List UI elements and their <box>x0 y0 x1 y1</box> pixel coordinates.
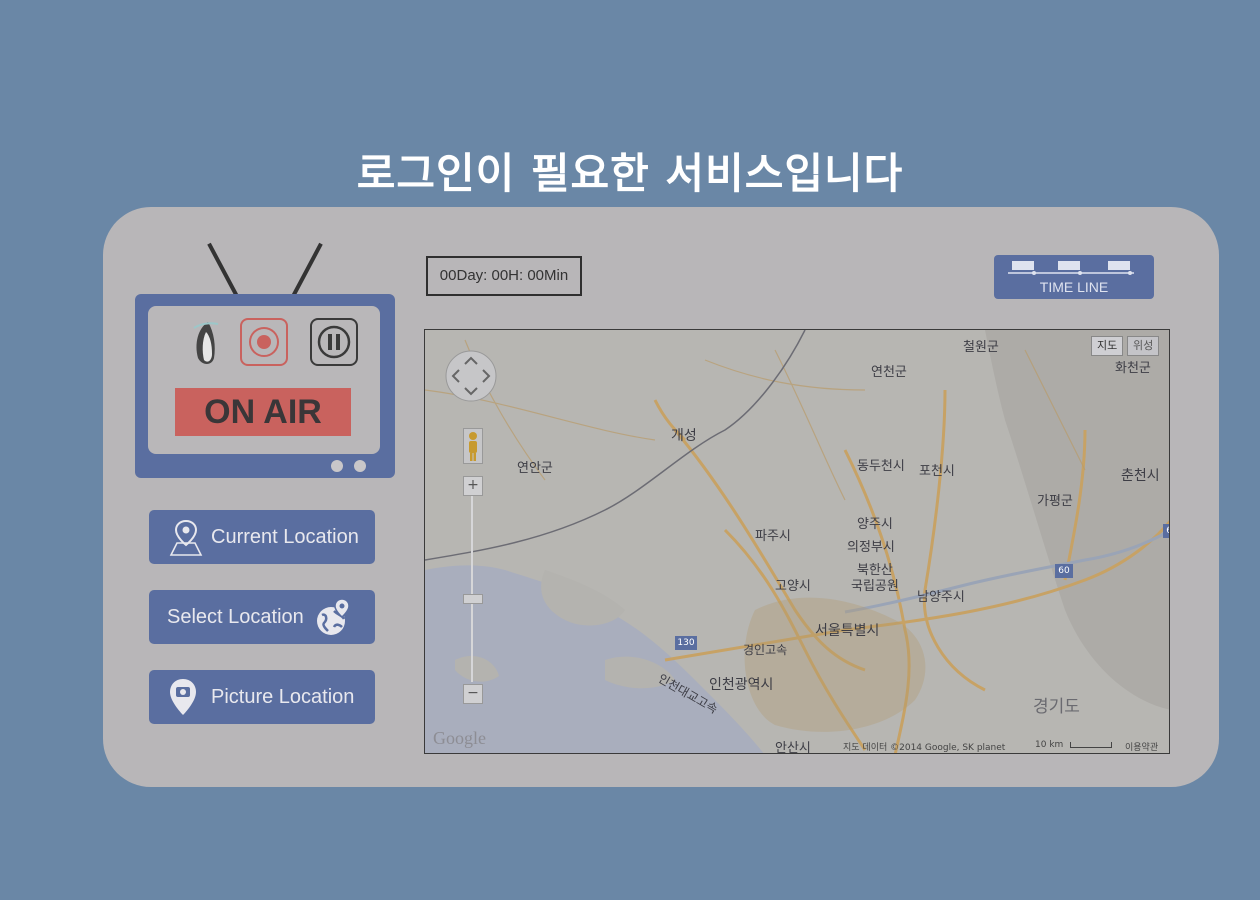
map-type-satellite-button[interactable]: 위성 <box>1127 336 1160 356</box>
map-label: 연안군 <box>517 461 553 476</box>
current-location-button[interactable]: Current Location <box>149 510 375 564</box>
map-label: 춘천시 <box>1121 468 1160 484</box>
tv-dot <box>331 460 343 472</box>
current-location-label: Current Location <box>211 525 359 548</box>
map-label: 국립공원 <box>851 579 899 594</box>
map-scale: 10 km <box>1035 740 1113 750</box>
map-label: 파주시 <box>755 529 791 544</box>
globe-pin-icon <box>314 597 352 637</box>
street-view-pegman[interactable] <box>463 428 483 464</box>
highway-shield: 130 <box>675 636 697 650</box>
tv-widget: ON AIR <box>135 294 395 478</box>
map-label: 경인고속 <box>743 643 788 657</box>
zoom-in-button[interactable]: + <box>463 476 483 496</box>
map-label: 포천시 <box>919 464 955 479</box>
map-label: 가평군 <box>1037 494 1073 509</box>
map-label: 의정부시 <box>847 540 895 555</box>
map-label: 동두천시 <box>857 459 905 474</box>
select-location-label: Select Location <box>167 605 304 628</box>
map-label: 개성 <box>671 428 697 444</box>
scale-bar <box>1070 741 1113 748</box>
penguin-icon <box>188 318 222 366</box>
map-label: 안산시 <box>775 741 811 754</box>
elapsed-timer: 00Day: 00H: 00Min <box>426 256 582 296</box>
pan-arrows-icon <box>445 350 497 402</box>
map-label: 화천군 <box>1115 361 1151 376</box>
pause-button[interactable] <box>310 318 358 366</box>
tv-dot <box>354 460 366 472</box>
map-terrain <box>425 330 1169 753</box>
record-icon <box>249 327 279 357</box>
timeline-button[interactable]: TIME LINE <box>994 255 1154 299</box>
map-type-map-button[interactable]: 지도 <box>1091 336 1124 356</box>
map-view[interactable]: 철원군 연천군 화천군 개성 연안군 동두천시 포천시 춘천시 가평군 양주시 … <box>424 329 1170 754</box>
highway-shield: 60 <box>1055 564 1073 578</box>
minus-icon: − <box>467 685 479 701</box>
map-label: 경기도 <box>1033 697 1080 717</box>
zoom-slider-handle[interactable] <box>463 594 483 604</box>
pegman-icon <box>469 432 477 461</box>
on-air-label: ON AIR <box>175 388 351 436</box>
login-required-message: 로그인이 필요한 서비스입니다 <box>356 149 904 198</box>
zoom-slider-track[interactable] <box>471 496 473 682</box>
picture-location-button[interactable]: Picture Location <box>149 670 375 724</box>
camera-pin-icon <box>167 677 199 717</box>
highway-shield: 60 <box>1163 524 1169 538</box>
map-terms-link[interactable]: 이용약관 <box>1125 740 1158 753</box>
map-attribution: 지도 데이터 ©2014 Google, SK planet <box>843 743 1006 753</box>
pan-control[interactable] <box>445 350 497 402</box>
zoom-out-button[interactable]: − <box>463 684 483 704</box>
plus-icon: + <box>467 477 479 493</box>
map-label: 고양시 <box>775 579 811 594</box>
pause-icon <box>317 325 351 359</box>
map-label: 양주시 <box>857 517 893 532</box>
map-pin-icon <box>167 517 205 557</box>
google-logo: Google <box>433 728 486 748</box>
select-location-button[interactable]: Select Location <box>149 590 375 644</box>
map-label: 서울특별시 <box>815 623 880 639</box>
picture-location-label: Picture Location <box>211 685 355 708</box>
map-scale-label: 10 km <box>1035 740 1064 750</box>
record-button[interactable] <box>240 318 288 366</box>
map-label: 남양주시 <box>917 590 965 605</box>
map-label: 인천광역시 <box>709 677 774 693</box>
timeline-icon <box>1008 261 1134 275</box>
tv-screen: ON AIR <box>148 306 380 454</box>
map-label: 연천군 <box>871 365 907 380</box>
timeline-label: TIME LINE <box>1039 279 1109 295</box>
map-label: 철원군 <box>963 340 999 355</box>
